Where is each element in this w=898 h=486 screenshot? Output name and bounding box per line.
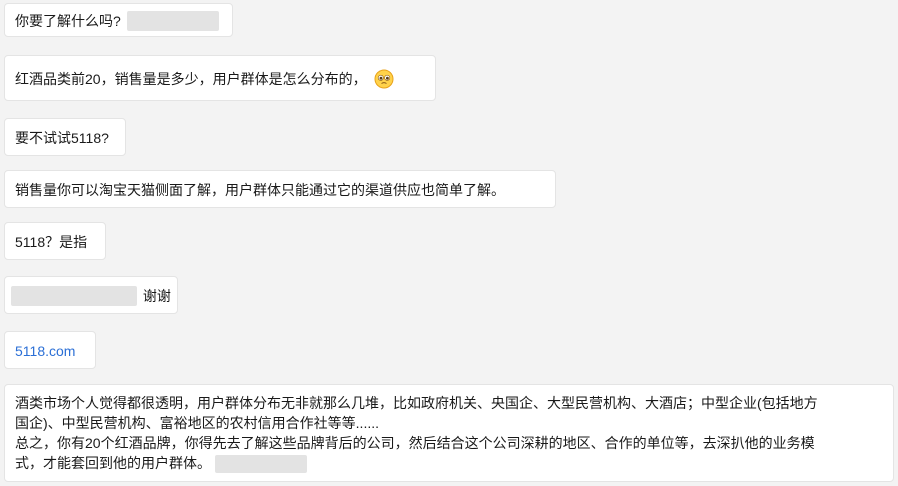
redacted-block (11, 286, 137, 307)
message-bubble: 5118？是指 (4, 222, 106, 260)
message-text-line: 式，才能套回到他的用户群体。 (15, 453, 883, 474)
redacted-block (126, 11, 219, 32)
message-text: 式，才能套回到他的用户群体。 (15, 455, 211, 471)
message-text-line: 国企)、中型民营机构、富裕地区的农村信用合作社等等...... (15, 415, 379, 431)
message-bubble: 红酒品类前20，销售量是多少，用户群体是怎么分布的， (4, 55, 436, 101)
message-text: 你要了解什么吗? (15, 13, 121, 30)
redacted-block (215, 455, 307, 474)
message-text: 要不试试5118? (15, 130, 109, 147)
message-text: 红酒品类前20，销售量是多少，用户群体是怎么分布的， (15, 71, 367, 88)
message-bubble: 销售量你可以淘宝天猫侧面了解，用户群体只能通过它的渠道供应也简单了解。 (4, 170, 556, 208)
message-text-line: 总之，你有20个红酒品牌，你得先去了解这些品牌背后的公司，然后结合这个公司深耕的… (15, 435, 815, 451)
message-bubble: 5118.com (4, 331, 96, 369)
message-text-line: 酒类市场个人觉得都很透明，用户群体分布无非就那么几堆，比如政府机关、央国企、大型… (15, 395, 818, 411)
link-5118[interactable]: 5118.com (15, 341, 75, 361)
message-text: 5118？是指 (15, 234, 88, 251)
message-text: 谢谢 (142, 288, 171, 305)
message-bubble: 要不试试5118? (4, 118, 126, 156)
message-bubble: 酒类市场个人觉得都很透明，用户群体分布无非就那么几堆，比如政府机关、央国企、大型… (4, 384, 894, 482)
pleading-face-icon (374, 69, 394, 89)
message-bubble: 你要了解什么吗? (4, 3, 233, 37)
message-bubble: 谢谢 (4, 276, 178, 314)
message-text: 销售量你可以淘宝天猫侧面了解，用户群体只能通过它的渠道供应也简单了解。 (15, 182, 505, 199)
